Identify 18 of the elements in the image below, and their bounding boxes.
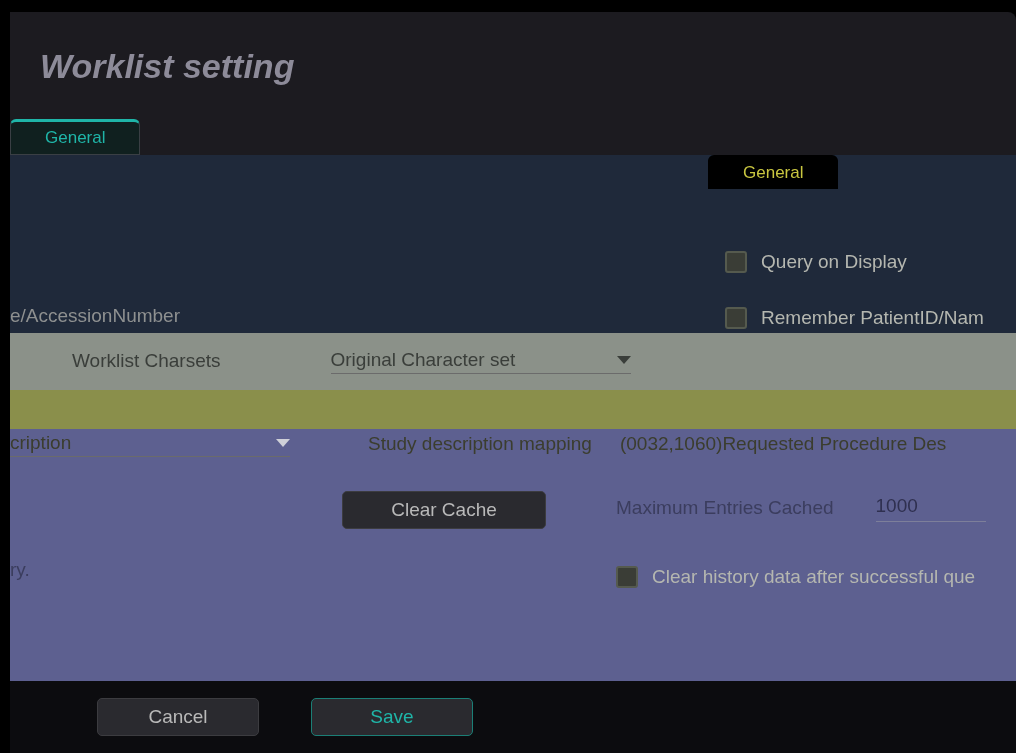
setting-label: Study description mapping	[368, 433, 592, 456]
charset-dropdown[interactable]: Original Character set	[330, 348, 631, 374]
save-button[interactable]: Save	[311, 698, 473, 736]
cancel-button[interactable]: Cancel	[97, 698, 259, 736]
checkbox[interactable]	[725, 306, 748, 329]
setting-label: e/AccessionNumber	[10, 304, 181, 327]
tab[interactable]: General	[708, 154, 839, 189]
checkbox[interactable]	[725, 250, 748, 273]
dialog-title: Worklist setting	[40, 46, 295, 86]
mapping-value: (0032,1060)Requested Procedure Des	[619, 433, 947, 456]
checkbox-option[interactable]: Query on Display	[725, 250, 984, 273]
caret-icon	[616, 355, 631, 364]
setting-label: Worklist Charsets	[72, 350, 221, 373]
checkbox[interactable]	[616, 565, 638, 588]
clear-cache-button[interactable]: Clear Cache	[342, 490, 546, 529]
checkbox-option[interactable]: Remember PatientID/Nam	[725, 306, 984, 329]
caret-icon	[276, 438, 290, 447]
tab[interactable]: General	[10, 118, 141, 155]
